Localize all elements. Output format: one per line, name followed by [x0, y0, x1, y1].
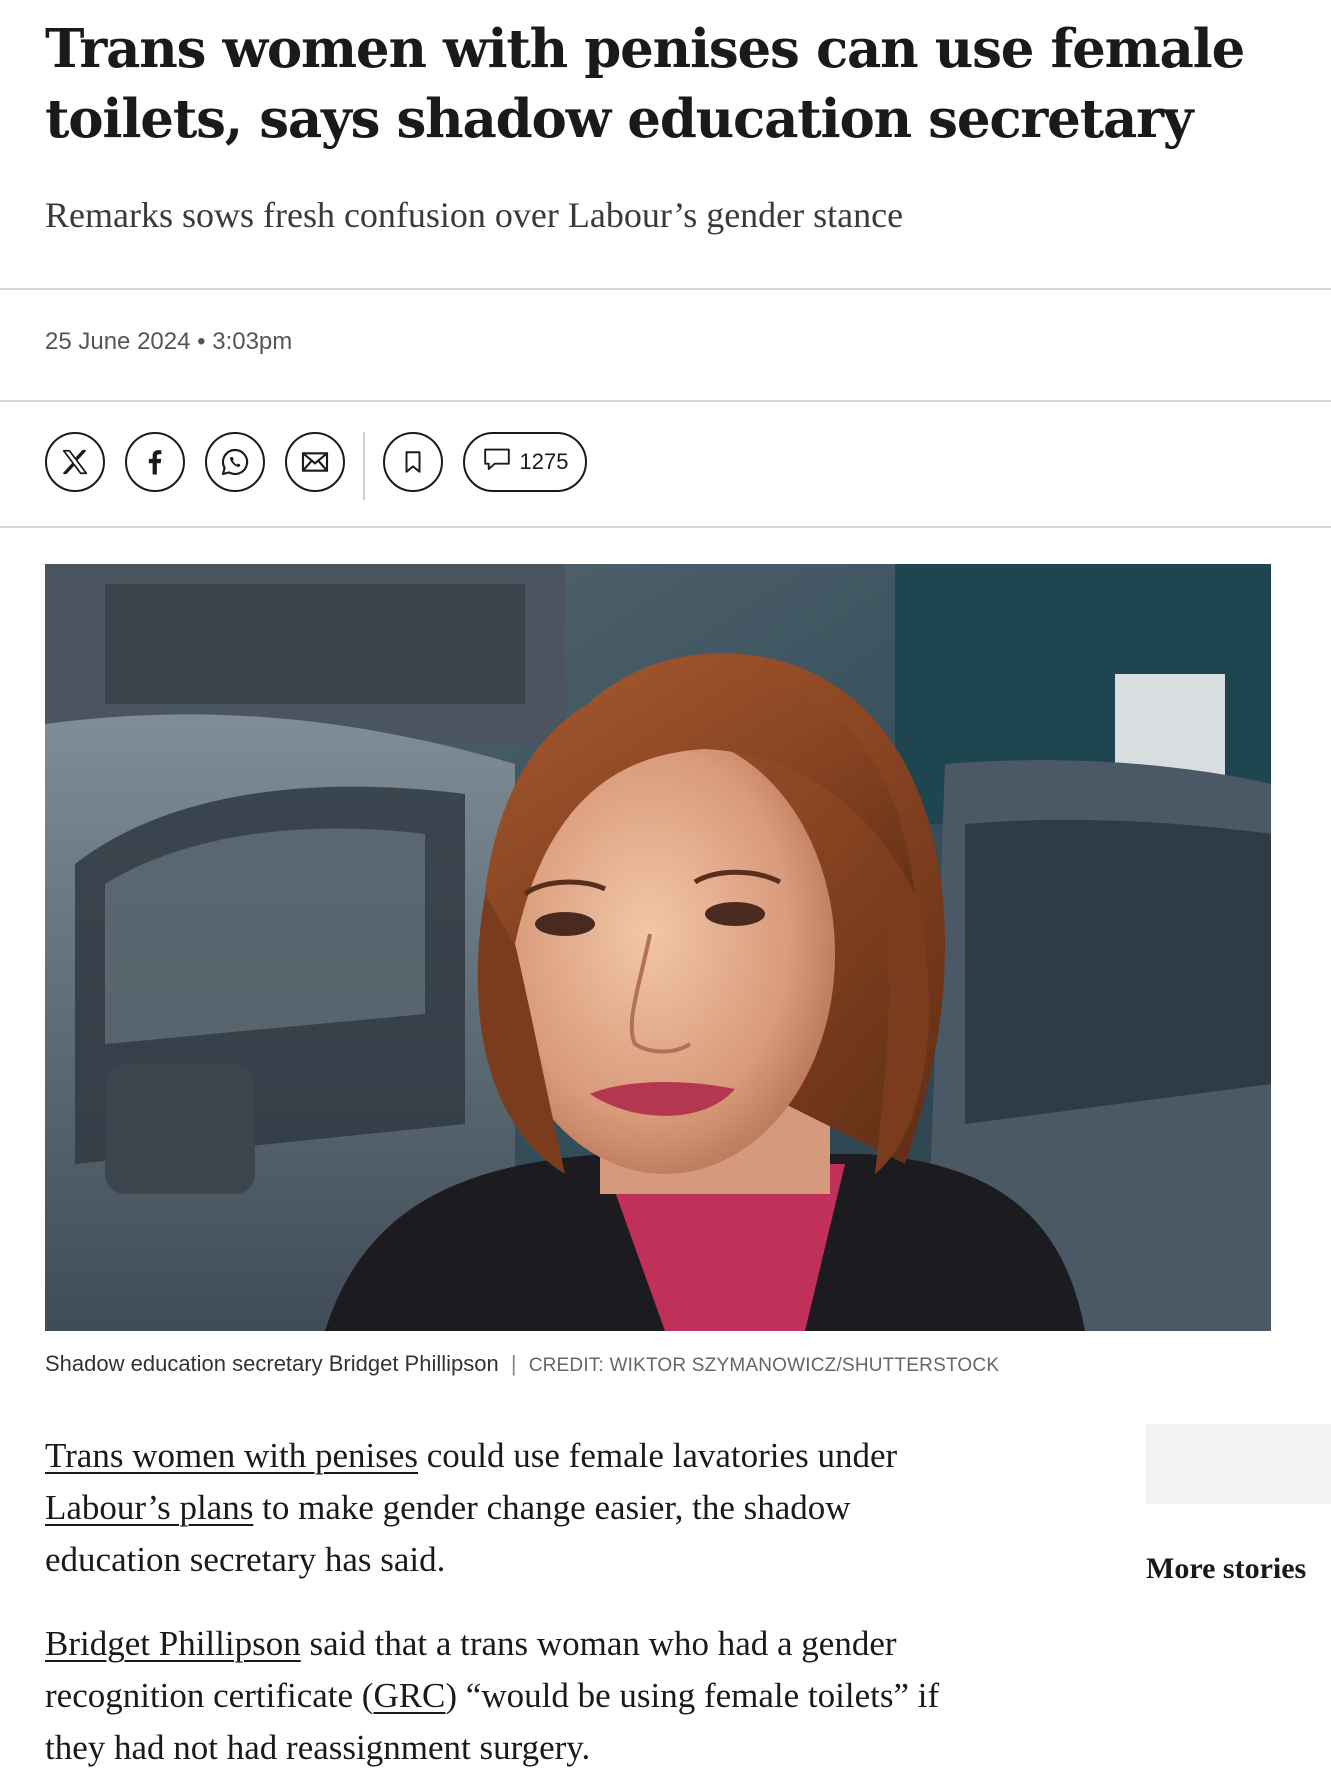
- divider: [0, 400, 1331, 402]
- divider: [0, 526, 1331, 528]
- comment-icon: [482, 446, 512, 478]
- ad-placeholder: [1146, 1424, 1331, 1504]
- paragraph-text: could use female lavatories under: [418, 1436, 898, 1475]
- dateline-separator: •: [197, 328, 206, 355]
- share-facebook-button[interactable]: [125, 432, 185, 492]
- email-icon: [299, 446, 331, 478]
- image-caption: Shadow education secretary Bridget Phill…: [45, 1351, 999, 1377]
- publish-time: 3:03pm: [212, 328, 293, 355]
- comments-count: 1275: [519, 449, 569, 474]
- divider: [0, 288, 1331, 290]
- more-stories-heading[interactable]: More stories: [1146, 1552, 1306, 1586]
- share-email-button[interactable]: [285, 432, 345, 492]
- facebook-icon: [140, 447, 170, 477]
- x-logo-icon: [60, 447, 90, 477]
- article-page: Trans women with penises can use female …: [0, 0, 1331, 1788]
- article-paragraph: Bridget Phillipson said that a trans wom…: [45, 1618, 945, 1774]
- article-hero-image: [45, 564, 1271, 1331]
- link-grc[interactable]: GRC: [373, 1676, 445, 1715]
- dateline: 25 June 2024 • 3:03pm: [45, 328, 292, 356]
- comments-button[interactable]: 1275: [463, 432, 587, 492]
- share-whatsapp-button[interactable]: [205, 432, 265, 492]
- whatsapp-icon: [219, 446, 251, 478]
- article-headline: Trans women with penises can use female …: [45, 18, 1245, 150]
- link-bridget-phillipson[interactable]: Bridget Phillipson: [45, 1624, 301, 1663]
- photo-credit: CREDIT: WIKTOR SZYMANOWICZ/SHUTTERSTOCK: [528, 1355, 1000, 1376]
- link-labours-plans[interactable]: Labour’s plans: [45, 1488, 253, 1527]
- bookmark-icon: [400, 447, 426, 477]
- bookmark-button[interactable]: [383, 432, 443, 492]
- portrait-photo: [45, 564, 1271, 1331]
- share-x-button[interactable]: [45, 432, 105, 492]
- caption-text: Shadow education secretary Bridget Phill…: [45, 1351, 499, 1376]
- toolbar-divider: [363, 432, 365, 500]
- article-paragraph: Trans women with penises could use femal…: [45, 1430, 945, 1586]
- publish-date: 25 June 2024: [45, 328, 191, 355]
- article-standfirst: Remarks sows fresh confusion over Labour…: [45, 195, 904, 235]
- link-trans-women-with-penises[interactable]: Trans women with penises: [45, 1436, 418, 1475]
- caption-separator: |: [510, 1351, 517, 1376]
